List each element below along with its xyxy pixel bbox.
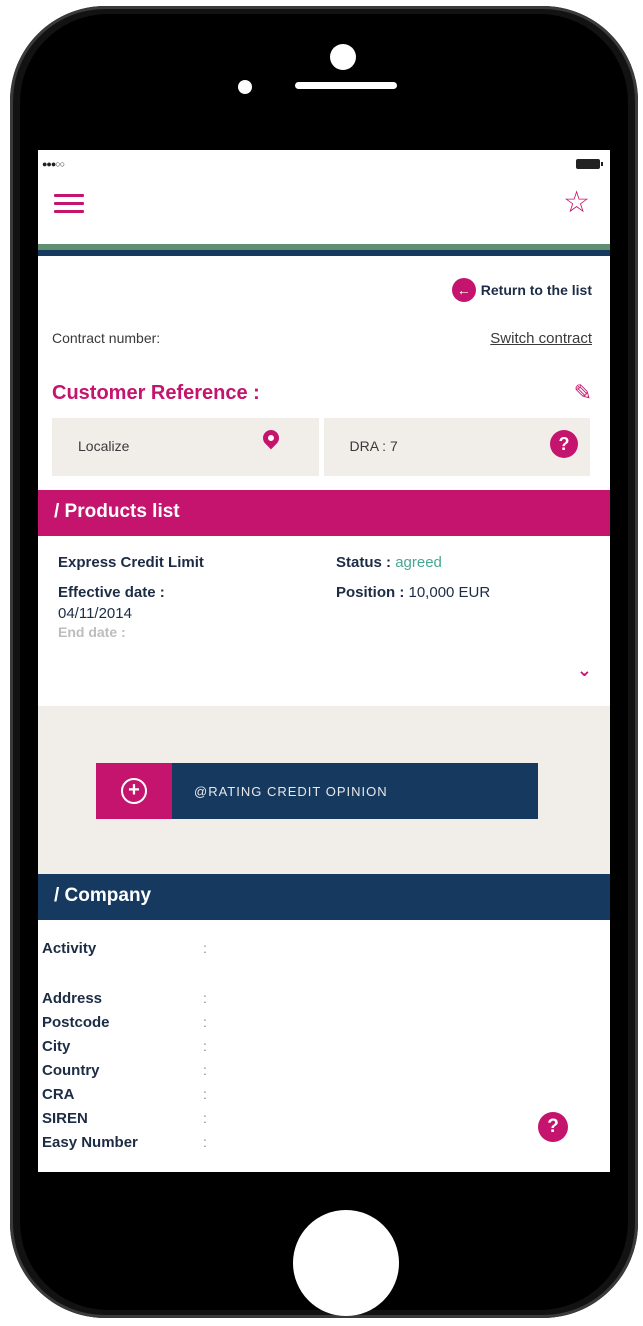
return-to-list-label: Return to the list (480, 282, 592, 298)
effective-date-value: 04/11/2014 (58, 605, 132, 622)
effective-date-label: Effective date : (58, 584, 165, 601)
field-address: Address (42, 990, 103, 1007)
field-separator: : (203, 1134, 207, 1150)
position-label: Position : (336, 584, 409, 601)
switch-contract-link[interactable]: Switch contract (490, 330, 592, 347)
arrow-left-icon: ← (451, 278, 476, 302)
app-screen: ●●●○○ ☆ ← Return to the list Contract nu… (38, 150, 610, 1172)
customer-reference-row: Customer Reference : ✎ (38, 360, 610, 418)
localize-label: Localize (78, 438, 130, 454)
help-icon[interactable]: ? (550, 430, 578, 458)
field-separator: : (203, 990, 207, 1006)
help-icon[interactable]: ? (538, 1112, 568, 1142)
front-camera (330, 44, 356, 70)
signal-icon: ●●●○○ (42, 159, 65, 169)
location-pin-icon (259, 426, 282, 450)
localize-button[interactable]: Localize (52, 418, 319, 476)
rating-credit-opinion-button[interactable]: + @RATING CREDIT OPINION (96, 763, 538, 819)
customer-reference-label: Customer Reference : (52, 382, 260, 404)
field-separator: : (203, 1110, 207, 1126)
field-separator: : (203, 1086, 207, 1102)
app-header: ☆ (38, 178, 610, 244)
field-activity: Activity (42, 940, 97, 957)
product-position: Position : 10,000 EUR (336, 584, 490, 601)
product-name: Express Credit Limit (58, 554, 204, 571)
dra-label: DRA : 7 (349, 438, 398, 454)
field-siren: SIREN (42, 1110, 88, 1127)
hamburger-icon[interactable] (54, 194, 84, 214)
pencil-icon[interactable]: ✎ (574, 380, 592, 406)
product-item: Express Credit Limit Status : agreed Eff… (38, 536, 610, 706)
status-bar: ●●●○○ (38, 150, 610, 178)
end-date-label: End date : (58, 624, 126, 640)
return-to-list-link[interactable]: ← Return to the list (451, 278, 592, 302)
proximity-sensor (238, 80, 252, 94)
company-details: Activity : Address : Postcode : City : C… (38, 920, 610, 1172)
home-button[interactable] (293, 1210, 399, 1316)
product-status: Status : agreed (336, 554, 442, 571)
field-separator: : (203, 1062, 207, 1078)
star-icon[interactable]: ☆ (563, 188, 590, 218)
status-value: agreed (395, 554, 442, 571)
field-separator: : (203, 1014, 207, 1030)
field-separator: : (203, 1038, 207, 1054)
field-country: Country (42, 1062, 100, 1079)
position-value: 10,000 EUR (408, 584, 491, 601)
dra-cell: DRA : 7 ? (323, 418, 590, 476)
status-label: Status : (336, 554, 396, 571)
field-postcode: Postcode (42, 1014, 110, 1031)
field-cra: CRA (42, 1086, 75, 1103)
battery-icon (576, 159, 603, 169)
earpiece-speaker (295, 82, 397, 89)
field-easy-number: Easy Number (42, 1134, 138, 1151)
field-separator: : (203, 940, 207, 956)
return-row: ← Return to the list (38, 256, 610, 310)
rating-area: + @RATING CREDIT OPINION (38, 706, 610, 874)
info-row: Localize DRA : 7 ? (38, 418, 610, 476)
products-section-header: / Products list (38, 490, 610, 536)
chevron-down-icon[interactable]: ⌄ (577, 660, 592, 681)
field-city: City (42, 1038, 71, 1055)
contract-number-label: Contract number: (52, 330, 161, 346)
company-section-header: / Company (38, 874, 610, 920)
contract-row: Contract number: Switch contract (38, 310, 610, 360)
rating-button-label: @RATING CREDIT OPINION (172, 763, 538, 819)
rating-plus-cell: + (96, 763, 172, 819)
plus-circle-icon: + (121, 778, 147, 804)
